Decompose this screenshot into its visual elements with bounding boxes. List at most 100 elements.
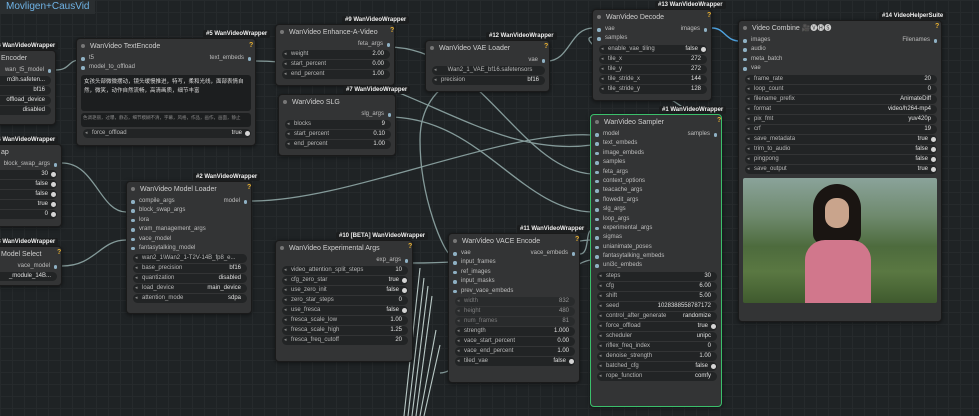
- rope-function-widget[interactable]: rope_functioncomfy: [597, 371, 717, 381]
- zero-star-steps-widget[interactable]: zero_star_steps0: [282, 296, 408, 306]
- block-swap-node[interactable]: #4 WanVideoWrapper ap block_swap_args 30…: [0, 136, 62, 227]
- output-pin[interactable]: images: [652, 25, 711, 34]
- cfg-zero-star-toggle[interactable]: cfg_zero_startrue: [282, 276, 408, 286]
- quantization-widget[interactable]: quantizationdisabled: [133, 274, 247, 284]
- model-file-widget[interactable]: wan2_1\Wan2_1-T2V-14B_fp8_e...: [133, 254, 247, 264]
- scheduler-widget[interactable]: schedulerunipc: [597, 331, 717, 341]
- input-pin[interactable]: input_frames: [449, 258, 514, 267]
- vae-decode-node[interactable]: #13 WanVideoWrapper ? WanVideo Decode va…: [592, 1, 726, 101]
- input-pin[interactable]: images: [739, 36, 840, 45]
- input-pin[interactable]: model: [591, 130, 676, 139]
- output-pin[interactable]: vace_embeds: [514, 249, 579, 258]
- fresca-scale-low-widget[interactable]: fresca_scale_low1.00: [282, 316, 408, 326]
- input-pin[interactable]: loop_args: [591, 215, 676, 224]
- input-pin[interactable]: feta_args: [591, 168, 676, 177]
- vae-loader-node[interactable]: #12 WanVideoWrapper ? WanVideo VAE Loade…: [425, 32, 557, 92]
- input-pin[interactable]: prev_vace_embeds: [449, 287, 514, 296]
- use-fresca-toggle[interactable]: use_frescafalse: [282, 306, 408, 316]
- load-device-widget[interactable]: load_devicemain_device: [133, 284, 247, 294]
- input-pin[interactable]: unianimate_poses: [591, 243, 676, 252]
- input-pin[interactable]: t5: [77, 54, 166, 63]
- precision-widget[interactable]: precisionbf16: [432, 76, 545, 86]
- input-pin[interactable]: vace_model: [127, 235, 206, 244]
- vace-end-percent-widget[interactable]: vace_end_percent1.00: [455, 346, 575, 356]
- vace-encode-node[interactable]: #11 WanVideoWrapper ? WanVideo VACE Enco…: [448, 225, 588, 383]
- strength-widget[interactable]: strength1.000: [455, 326, 575, 336]
- frame-rate-widget[interactable]: frame_rate20: [745, 74, 937, 84]
- tile-stride-y-widget[interactable]: tile_stride_y128: [599, 84, 707, 94]
- loop-count-widget[interactable]: loop_count0: [745, 84, 937, 94]
- positive-prompt-textarea[interactable]: 女孩头部微微摆动，镜头缓慢推进，特写，柔和光线，面部表情自然，微笑，动作自然流畅…: [81, 74, 251, 111]
- sampler-node[interactable]: #1 WanVideoWrapper ? WanVideo Sampler mo…: [590, 106, 727, 407]
- vace-blocks-widget[interactable]: 0: [0, 210, 57, 220]
- input-pin[interactable]: slg_args: [591, 205, 676, 214]
- width-widget[interactable]: width832: [455, 296, 575, 306]
- base-precision-widget[interactable]: base_precisionbf16: [133, 264, 247, 274]
- input-pin[interactable]: text_embeds: [591, 139, 676, 148]
- pix-fmt-widget[interactable]: pix_fmtyuv420p: [745, 114, 937, 124]
- output-pin[interactable]: slg_args: [279, 110, 395, 119]
- input-pin[interactable]: meta_batch: [739, 55, 840, 64]
- model-loader-node[interactable]: #2 WanVideoWrapper ? WanVideo Model Load…: [126, 173, 261, 314]
- save-metadata-toggle[interactable]: save_metadatatrue: [745, 134, 937, 144]
- input-pin[interactable]: block_swap_args: [127, 206, 206, 215]
- tile-stride-x-widget[interactable]: tile_stride_x144: [599, 74, 707, 84]
- pingpong-toggle[interactable]: pingpongfalse: [745, 154, 937, 164]
- output-pin[interactable]: wan_t5_model: [0, 66, 55, 75]
- input-pin[interactable]: sigmas: [591, 233, 676, 242]
- num-frames-widget[interactable]: num_frames81: [455, 316, 575, 326]
- input-pin[interactable]: fantasytalking_embeds: [591, 252, 676, 261]
- save-output-toggle[interactable]: save_outputtrue: [745, 164, 937, 174]
- output-pin[interactable]: block_swap_args: [0, 160, 61, 169]
- batched-cfg-toggle[interactable]: batched_cfgfalse: [597, 361, 717, 371]
- filename-prefix-widget[interactable]: filename_prefixAnimateDiff: [745, 94, 937, 104]
- tiled-vae-toggle[interactable]: tiled_vaefalse: [455, 356, 575, 366]
- input-pin[interactable]: audio: [739, 45, 840, 54]
- fresca-scale-high-widget[interactable]: fresca_scale_high1.25: [282, 326, 408, 336]
- attention-mode-widget[interactable]: attention_modesdpa: [133, 294, 247, 304]
- output-pin[interactable]: feta_args: [276, 40, 394, 49]
- output-pin[interactable]: samples: [676, 130, 721, 139]
- vace-model-select-node[interactable]: #3 WanVideoWrapper ? Model Select vace_m…: [0, 238, 62, 286]
- force-offload-toggle[interactable]: force_offloadtrue: [83, 128, 251, 138]
- fresca-freq-cutoff-widget[interactable]: fresca_freq_cutoff20: [282, 336, 408, 346]
- input-pin[interactable]: vram_management_args: [127, 225, 206, 234]
- output-pin[interactable]: text_embeds: [166, 54, 255, 63]
- denoise-strength-widget[interactable]: denoise_strength1.00: [597, 351, 717, 361]
- control-after-generate-widget[interactable]: control_after_generaterandomize: [597, 311, 717, 321]
- input-pin[interactable]: fantasytalking_model: [127, 244, 206, 253]
- output-pin[interactable]: model: [206, 197, 251, 206]
- vae-model-widget[interactable]: Wan2_1_VAE_bf16.safetensors: [432, 66, 545, 76]
- video-preview[interactable]: [743, 177, 937, 303]
- workflow-tab[interactable]: Movligen+CausVid: [0, 0, 96, 14]
- output-pin[interactable]: vace_model: [0, 262, 61, 271]
- enhance-a-video-node[interactable]: #9 WanVideoWrapper ? WanVideo Enhance-A-…: [275, 16, 410, 86]
- attention-split-steps-widget[interactable]: video_attention_split_steps10: [282, 266, 408, 276]
- tile-y-widget[interactable]: tile_y272: [599, 64, 707, 74]
- input-pin[interactable]: experimental_args: [591, 224, 676, 233]
- video-combine-node[interactable]: #14 VideoHelperSuite ? Video Combine 🎥🅥🅗…: [738, 12, 947, 322]
- model-name-widget[interactable]: m3h.safeten...: [0, 76, 51, 86]
- start-percent-widget[interactable]: start_percent0.10: [285, 130, 391, 140]
- shift-widget[interactable]: shift5.00: [597, 291, 717, 301]
- output-pin[interactable]: exp_args: [276, 256, 412, 265]
- blocks-to-swap-widget[interactable]: 30: [0, 170, 57, 180]
- input-pin[interactable]: samples: [591, 158, 676, 167]
- cfg-widget[interactable]: cfg6.00: [597, 281, 717, 291]
- slg-node[interactable]: #7 WanVideoWrapper WanVideo SLG slg_args…: [278, 86, 411, 156]
- input-pin[interactable]: input_masks: [449, 277, 514, 286]
- input-pin[interactable]: lora: [127, 216, 206, 225]
- input-pin[interactable]: flowedit_args: [591, 196, 676, 205]
- negative-prompt-textarea[interactable]: 色调艳丽，过曝，静态，细节模糊不清，字幕，风格，作品，画作，画面，静止: [81, 112, 251, 127]
- riflex-freq-index-widget[interactable]: riflex_freq_index0: [597, 341, 717, 351]
- end-percent-widget[interactable]: end_percent1.00: [282, 70, 390, 80]
- tile-x-widget[interactable]: tile_x272: [599, 54, 707, 64]
- use-non-blocking-widget[interactable]: true: [0, 200, 57, 210]
- experimental-args-node[interactable]: #10 [BETA] WanVideoWrapper ? WanVideo Ex…: [275, 232, 429, 362]
- quantization-widget[interactable]: disabled: [0, 106, 51, 116]
- end-percent-widget[interactable]: end_percent1.00: [285, 140, 391, 150]
- enable-vae-tiling-toggle[interactable]: enable_vae_tilingfalse: [599, 44, 707, 54]
- vace-model-widget[interactable]: _module_14B...: [0, 272, 57, 282]
- blocks-widget[interactable]: blocks9: [285, 120, 391, 130]
- vace-start-percent-widget[interactable]: vace_start_percent0.00: [455, 336, 575, 346]
